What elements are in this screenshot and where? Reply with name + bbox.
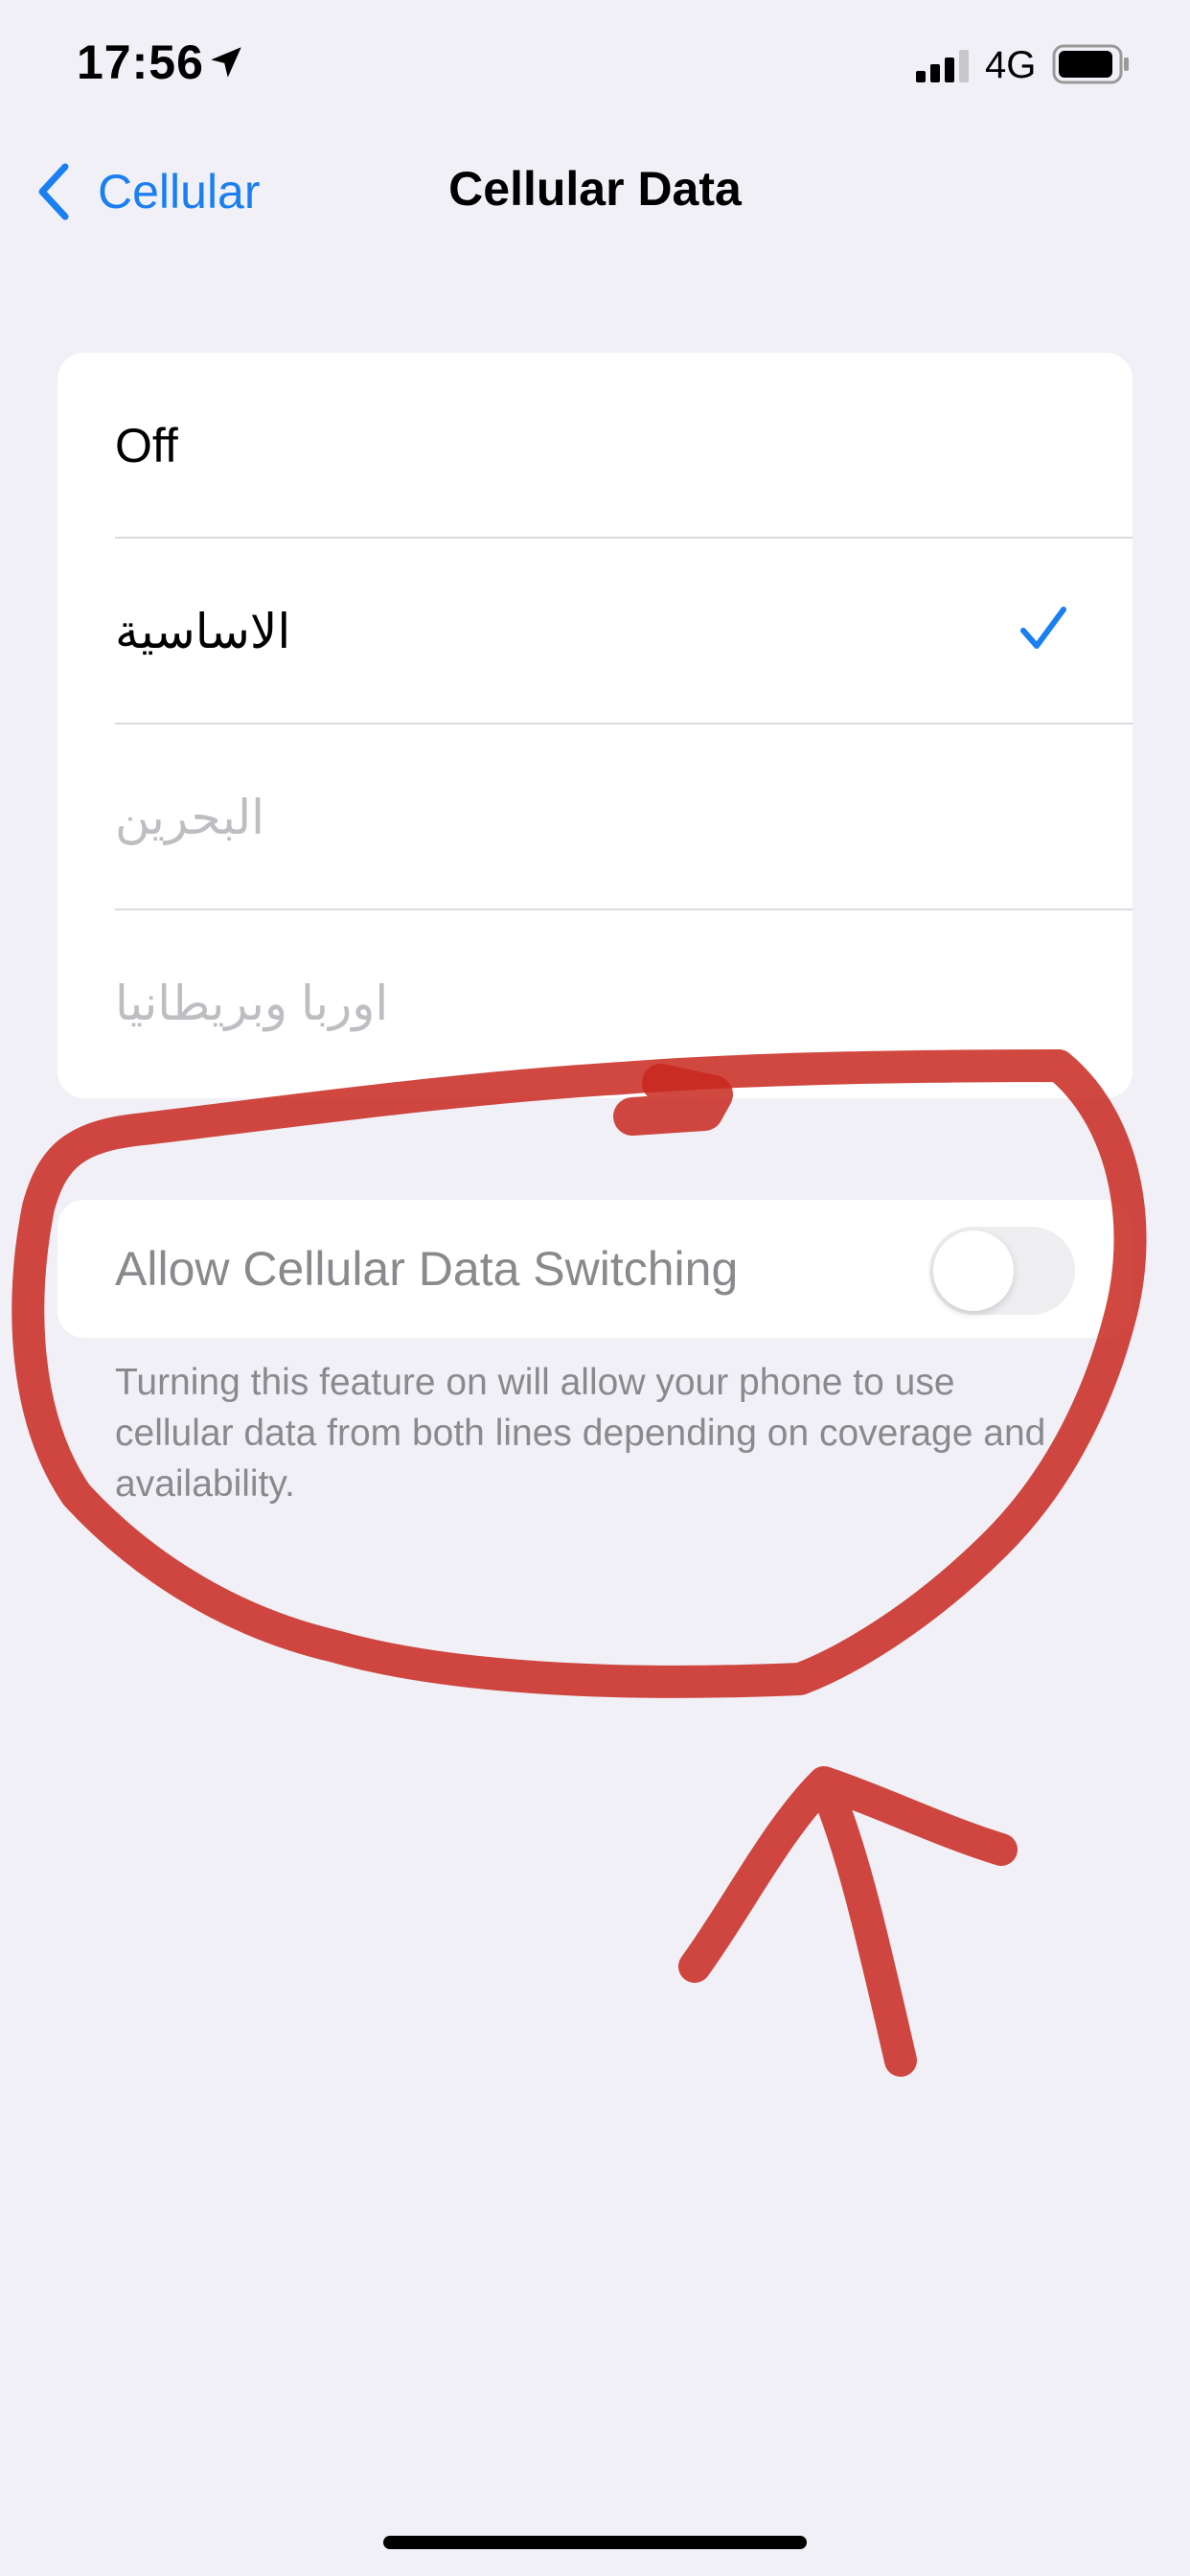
- page-title: Cellular Data: [448, 162, 742, 216]
- status-time: 17:56: [77, 35, 204, 89]
- option-label: Off: [115, 419, 178, 472]
- annotation-arrow: [678, 1766, 1018, 2077]
- checkmark-icon: [1020, 607, 1066, 649]
- option-off[interactable]: Off: [57, 353, 1133, 539]
- status-bar: 17:56 4G: [0, 0, 1190, 134]
- option-label: البحرين: [115, 791, 265, 844]
- option-bahrain-line[interactable]: البحرين: [57, 724, 1133, 910]
- data-switching-row: Allow Cellular Data Switching: [57, 1200, 1133, 1338]
- data-switching-footer: Turning this feature on will allow your …: [115, 1362, 1046, 1505]
- toggle-knob: [933, 1230, 1014, 1311]
- option-europe-uk-line[interactable]: اوربا وبريطانيا: [57, 910, 1133, 1096]
- network-type: 4G: [985, 44, 1037, 86]
- option-primary-line[interactable]: الاساسية: [57, 539, 1133, 724]
- battery-icon: [1052, 44, 1129, 84]
- location-arrow-icon: [211, 47, 241, 78]
- cellular-signal-icon: [916, 50, 969, 82]
- data-switching-toggle[interactable]: [929, 1227, 1075, 1315]
- data-switching-label: Allow Cellular Data Switching: [115, 1242, 739, 1296]
- option-label: اوربا وبريطانيا: [115, 977, 389, 1030]
- option-label: الاساسية: [115, 605, 291, 658]
- cellular-line-list: Off الاساسية البحرين اوربا وبريطانيا: [57, 353, 1133, 1098]
- home-indicator[interactable]: [383, 2536, 807, 2549]
